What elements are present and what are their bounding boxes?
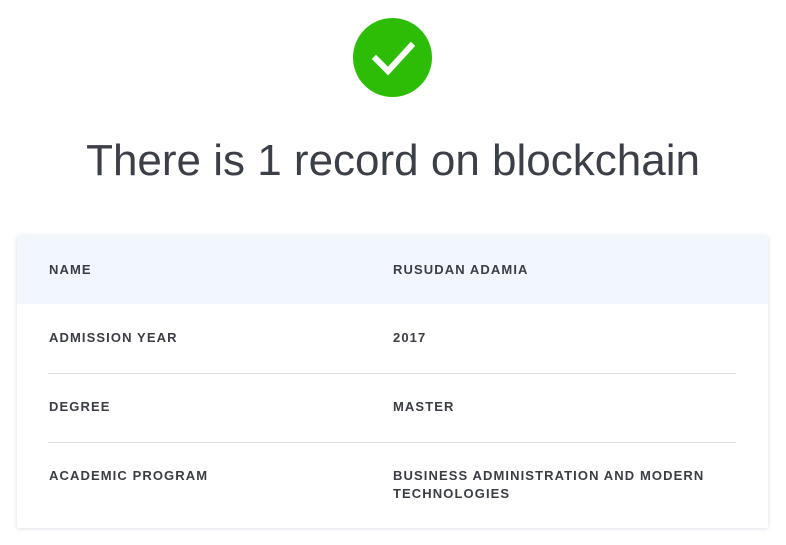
record-card: NAME RUSUDAN ADAMIA ADMISSION YEAR 2017 … — [17, 236, 768, 528]
row-label: NAME — [49, 262, 92, 277]
record-row-name: NAME RUSUDAN ADAMIA — [17, 236, 768, 304]
record-row-admission-year: ADMISSION YEAR 2017 — [17, 304, 768, 373]
record-row-academic-program: ACADEMIC PROGRAM BUSINESS ADMINISTRATION… — [17, 443, 768, 528]
row-value: BUSINESS ADMINISTRATION AND MODERN TECHN… — [393, 468, 705, 501]
row-value: MASTER — [393, 399, 455, 414]
check-circle-icon — [353, 18, 432, 97]
row-label: DEGREE — [49, 399, 111, 414]
record-row-degree: DEGREE MASTER — [17, 374, 768, 442]
row-label: ADMISSION YEAR — [49, 330, 178, 345]
row-value: RUSUDAN ADAMIA — [393, 262, 529, 277]
row-label: ACADEMIC PROGRAM — [49, 468, 209, 483]
row-value: 2017 — [393, 330, 427, 345]
verification-page: There is 1 record on blockchain NAME RUS… — [0, 0, 786, 545]
checkmark-icon — [371, 41, 415, 75]
page-title: There is 1 record on blockchain — [86, 136, 700, 185]
